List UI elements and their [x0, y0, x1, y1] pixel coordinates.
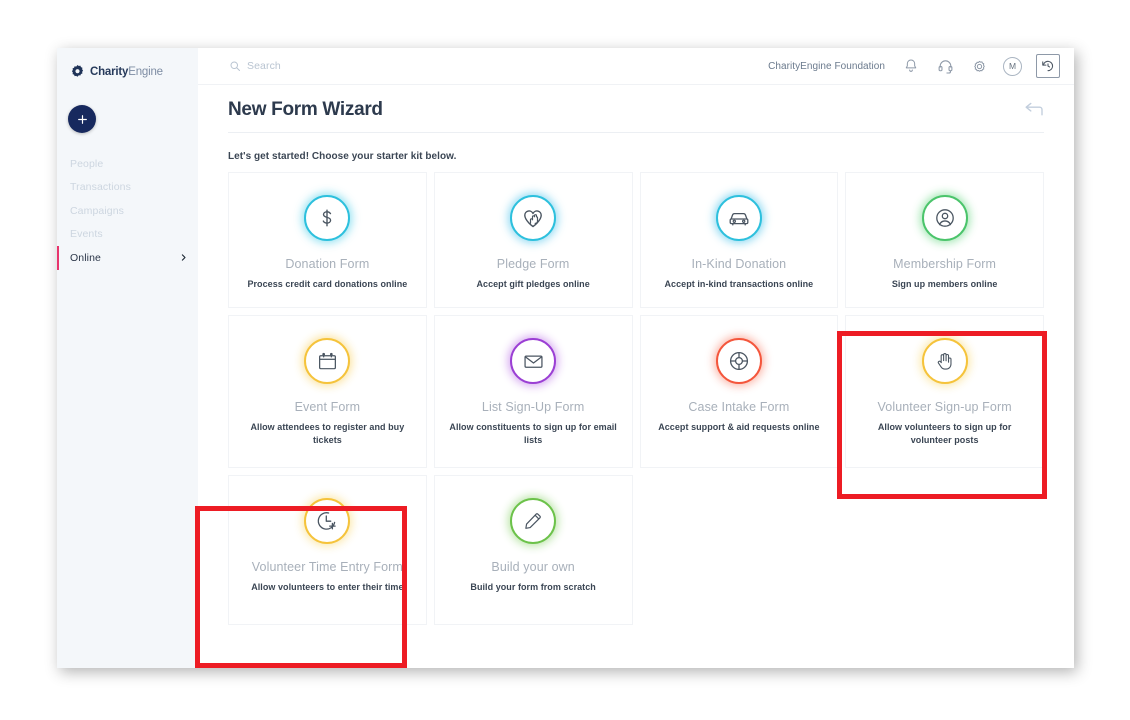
icon-circle	[510, 338, 557, 385]
card-title: In-Kind Donation	[691, 257, 787, 271]
card-in-kind-donation[interactable]: In-Kind Donation Accept in-kind transact…	[639, 172, 839, 309]
sidebar-item-label: Transactions	[70, 181, 131, 194]
sidebar-item-events[interactable]: Events	[57, 223, 198, 247]
icon-circle	[510, 195, 557, 241]
plus-icon	[77, 114, 87, 124]
person-circle-icon	[935, 209, 954, 227]
back-button[interactable]	[1024, 102, 1044, 118]
card-membership-form[interactable]: Membership Form Sign up members online	[845, 172, 1044, 309]
card-description: Accept gift pledges online	[476, 279, 590, 289]
gear-icon	[973, 60, 985, 72]
page-title: New Form Wizard	[228, 99, 383, 120]
avatar[interactable]: M	[1003, 56, 1022, 76]
brand-name-light: Engine	[128, 65, 163, 78]
organization-name: CharityEngine Foundation	[768, 60, 885, 72]
support-button[interactable]	[935, 56, 955, 76]
grid-empty-slot	[640, 475, 839, 625]
brand-logo-area[interactable]: CharityEngine	[57, 48, 198, 79]
page-header: New Form Wizard Let's get started! Choos…	[198, 85, 1074, 172]
car-icon	[729, 212, 749, 226]
sidebar-item-transactions[interactable]: Transactions	[57, 176, 198, 200]
dollar-sign-icon	[323, 209, 332, 227]
icon-circle	[304, 498, 351, 545]
notifications-button[interactable]	[901, 56, 921, 76]
card-description: Build your form from scratch	[470, 582, 596, 593]
card-pledge-form[interactable]: Pledge Form Accept gift pledges online	[433, 172, 633, 309]
card-title: Case Intake Form	[688, 400, 790, 415]
calendar-icon	[318, 352, 336, 369]
envelope-icon	[524, 355, 543, 368]
icon-circle	[715, 195, 762, 241]
card-description: Allow attendees to register and buy tick…	[250, 422, 405, 446]
search-placeholder: Search	[247, 60, 281, 72]
brand-name: CharityEngine	[90, 66, 163, 78]
card-description: Accept in-kind transactions online	[664, 279, 814, 289]
card-title: Volunteer Time Entry Form	[251, 560, 403, 575]
sidebar-nav: People Transactions Campaigns Events Onl…	[57, 152, 198, 270]
sidebar: CharityEngine People Transactions Campai…	[57, 48, 198, 668]
sidebar-item-label: People	[70, 157, 104, 170]
topbar: Search CharityEngine Foundation M	[198, 48, 1074, 85]
sidebar-item-people[interactable]: People	[57, 152, 198, 176]
sidebar-item-label: Campaigns	[70, 204, 125, 217]
sidebar-item-online[interactable]: Online	[57, 246, 198, 270]
settings-button[interactable]	[969, 56, 989, 76]
card-title: Build your own	[491, 560, 575, 575]
history-clock-back-icon	[1042, 60, 1054, 72]
card-title: Membership Form	[893, 257, 997, 271]
icon-circle	[921, 195, 968, 241]
card-title: List Sign-Up Form	[481, 400, 585, 415]
page-title-row: New Form Wizard	[228, 99, 1044, 133]
grid-empty-slot	[845, 475, 1044, 625]
sidebar-item-campaigns[interactable]: Campaigns	[57, 199, 198, 223]
card-title: Event Form	[294, 400, 361, 415]
page-subtitle: Let's get started! Choose your starter k…	[228, 151, 457, 162]
bell-icon	[905, 59, 917, 72]
card-volunteer-time-entry-form[interactable]: Volunteer Time Entry Form Allow voluntee…	[228, 475, 427, 626]
chevron-right-icon	[179, 253, 188, 262]
sidebar-item-label: Events	[70, 228, 103, 241]
heart-hand-icon	[524, 210, 543, 228]
card-build-your-own[interactable]: Build your own Build your form from scra…	[433, 475, 633, 626]
card-description: Allow volunteers to enter their time	[251, 582, 404, 593]
lifebuoy-icon	[729, 351, 748, 371]
main-content: Search CharityEngine Foundation M New Fo…	[195, 48, 1074, 668]
card-title: Volunteer Sign-up Form	[877, 400, 1012, 415]
history-button[interactable]	[1036, 54, 1060, 78]
gear-flower-icon	[71, 65, 84, 77]
card-donation-form[interactable]: Donation Form Process credit card donati…	[228, 172, 427, 309]
icon-circle	[510, 498, 557, 545]
search-icon	[230, 61, 240, 71]
card-list-signup-form[interactable]: List Sign-Up Form Allow constituents to …	[433, 315, 633, 469]
starter-kit-grid: Donation Form Process credit card donati…	[228, 172, 1044, 626]
card-description: Allow volunteers to sign up for voluntee…	[877, 422, 1012, 446]
card-description: Process credit card donations online	[247, 279, 408, 289]
headset-icon	[938, 59, 952, 74]
icon-circle	[304, 338, 351, 385]
card-description: Sign up members online	[891, 279, 998, 289]
raised-hand-icon	[937, 352, 952, 370]
back-arrow-icon	[1025, 102, 1043, 116]
card-case-intake-form[interactable]: Case Intake Form Accept support & aid re…	[639, 315, 839, 469]
icon-circle	[304, 195, 351, 241]
card-description: Accept support & aid requests online	[658, 422, 820, 433]
card-event-form[interactable]: Event Form Allow attendees to register a…	[228, 315, 427, 469]
icon-circle	[921, 338, 968, 385]
topbar-right-group: CharityEngine Foundation M	[768, 54, 1060, 78]
app-window: CharityEngine People Transactions Campai…	[57, 48, 1074, 668]
pencil-icon	[525, 513, 541, 529]
sidebar-item-label: Online	[70, 251, 101, 264]
card-description: Allow constituents to sign up for email …	[449, 422, 617, 446]
avatar-initial: M	[1008, 61, 1017, 71]
add-new-button[interactable]	[68, 105, 96, 133]
icon-circle	[715, 338, 762, 385]
card-title: Pledge Form	[496, 257, 570, 271]
starter-kit-grid-wrapper: Donation Form Process credit card donati…	[195, 172, 1074, 668]
clock-plus-icon	[318, 512, 337, 530]
card-volunteer-signup-form[interactable]: Volunteer Sign-up Form Allow volunteers …	[845, 315, 1044, 469]
search-input[interactable]: Search	[229, 60, 281, 72]
card-title: Donation Form	[285, 257, 370, 271]
brand-name-bold: Charity	[90, 65, 129, 78]
